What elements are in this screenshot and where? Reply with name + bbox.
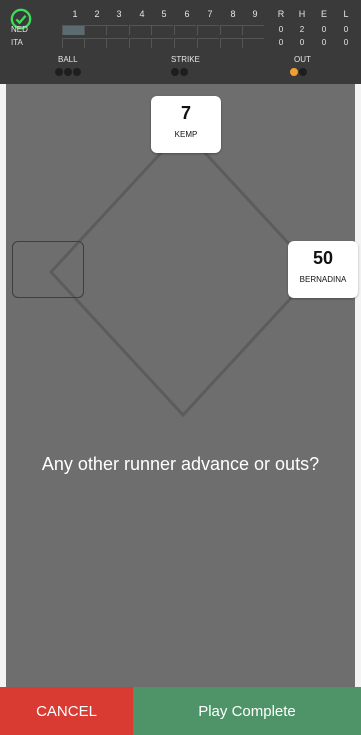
inning-cell: [129, 38, 151, 48]
team-name: ITA: [11, 38, 23, 47]
lob-value: 0: [343, 38, 349, 47]
ball-indicator: [55, 68, 81, 76]
inning-cell: [197, 25, 219, 35]
strike-indicator: [171, 68, 188, 76]
ball-dot: [73, 68, 81, 76]
team-name: NED: [11, 25, 28, 34]
inning-cells: [62, 25, 264, 36]
ball-dot: [55, 68, 63, 76]
inning-label: 9: [252, 9, 258, 19]
inning-cell: [197, 38, 219, 48]
hits-value: 0: [299, 38, 305, 47]
ball-dot: [64, 68, 72, 76]
inning-cell: [174, 38, 196, 48]
team-row-home: ITA 0 0 0 0: [0, 38, 361, 49]
inning-cell: [220, 38, 242, 48]
runs-value: 0: [278, 25, 284, 34]
play-complete-button[interactable]: Play Complete: [133, 687, 361, 735]
cancel-button[interactable]: CANCEL: [0, 687, 133, 735]
left-edge: [0, 0, 6, 735]
strike-dot: [171, 68, 179, 76]
inning-label: 2: [94, 9, 100, 19]
ball-label: BALL: [58, 55, 78, 64]
runs-header: R: [277, 9, 285, 19]
runs-value: 0: [278, 38, 284, 47]
inning-label: 5: [161, 9, 167, 19]
team-row-away: NED 0 2 0 0: [0, 25, 361, 36]
inning-cell: [151, 38, 173, 48]
inning-cell: [106, 25, 128, 35]
inning-cell: [62, 25, 84, 35]
inning-cell: [174, 25, 196, 35]
inning-cell: [84, 25, 106, 35]
strike-dot: [180, 68, 188, 76]
out-dot: [299, 68, 307, 76]
lob-value: 0: [343, 25, 349, 34]
inning-cell: [151, 25, 173, 35]
runner-number: 50: [312, 248, 334, 268]
inning-label: 3: [116, 9, 122, 19]
innings-header: 1 2 3 4 5 6 7 8 9 R H E L: [0, 9, 361, 21]
errors-value: 0: [321, 25, 327, 34]
runner-number: 7: [180, 103, 191, 123]
inning-cell: [84, 38, 106, 48]
hits-header: H: [298, 9, 306, 19]
third-base-empty-slot[interactable]: [12, 241, 84, 298]
lob-header: L: [343, 9, 349, 19]
strike-label: STRIKE: [171, 55, 200, 64]
inning-cell: [220, 25, 242, 35]
inning-cell: [129, 25, 151, 35]
errors-header: E: [320, 9, 327, 19]
inning-cells: [62, 38, 264, 49]
first-base-runner-card[interactable]: 50 BERNADINA: [288, 241, 358, 298]
inning-label: 6: [184, 9, 190, 19]
inning-cell: [62, 38, 84, 48]
inning-label: 4: [139, 9, 145, 19]
scoreboard: 1 2 3 4 5 6 7 8 9 R H E L NED 0 2 0 0 IT…: [0, 0, 361, 84]
errors-value: 0: [321, 38, 327, 47]
hits-value: 2: [299, 25, 305, 34]
runner-name: BERNADINA: [299, 275, 347, 284]
inning-cell: [106, 38, 128, 48]
out-dot: [290, 68, 298, 76]
inning-label: 1: [72, 9, 78, 19]
runner-name: KEMP: [174, 130, 198, 139]
prompt-text: Any other runner advance or outs?: [41, 454, 320, 474]
out-indicator: [290, 68, 307, 76]
inning-cell: [242, 38, 264, 48]
second-base-runner-card[interactable]: 7 KEMP: [151, 96, 221, 153]
right-edge: [355, 0, 361, 735]
inning-cell: [242, 25, 264, 35]
inning-label: 7: [207, 9, 213, 19]
infield-diamond: [48, 126, 318, 418]
out-label: OUT: [294, 55, 311, 64]
inning-label: 8: [230, 9, 236, 19]
